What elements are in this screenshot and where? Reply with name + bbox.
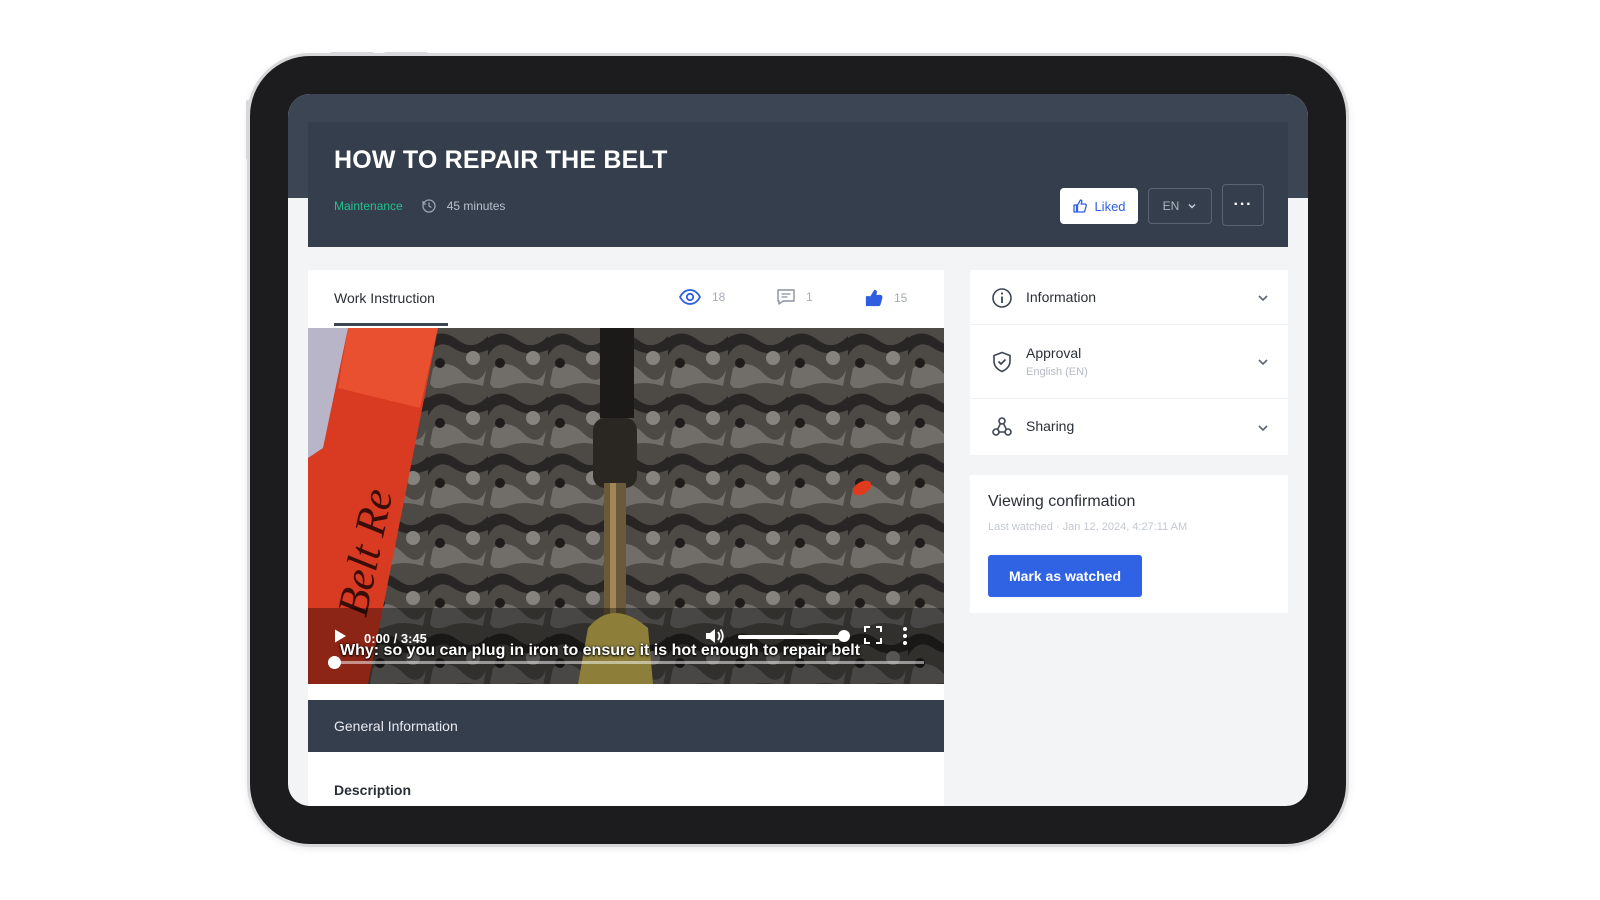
fullscreen-icon[interactable] — [864, 626, 882, 644]
liked-button[interactable]: Liked — [1060, 188, 1138, 224]
accordion-sharing-label: Sharing — [1026, 418, 1075, 434]
volume-slider-knob[interactable] — [838, 630, 850, 642]
comments-count: 1 — [806, 290, 813, 304]
video-more-icon[interactable] — [902, 626, 908, 646]
duration-label: 45 minutes — [446, 199, 506, 213]
likes-count: 15 — [894, 291, 908, 305]
mark-as-watched-label: Mark as watched — [1008, 568, 1122, 584]
last-watched-text: Last watched · Jan 12, 2024, 4:27:11 AM — [988, 521, 1188, 533]
general-information-header[interactable]: General Information — [308, 700, 944, 752]
tab-bar: Work Instruction 18 1 15 — [308, 270, 944, 328]
thumbs-up-icon — [865, 289, 883, 307]
accordion-approval-sub: English (EN) — [1026, 366, 1088, 378]
video-progress-knob[interactable] — [328, 656, 341, 669]
viewing-confirmation-card: Viewing confirmation Last watched · Jan … — [970, 475, 1288, 613]
comments-stat[interactable]: 1 — [776, 288, 813, 306]
app-screen: HOW TO REPAIR THE BELT Maintenance 45 mi… — [288, 94, 1308, 806]
page-title: HOW TO REPAIR THE BELT — [334, 146, 668, 174]
accordion-approval[interactable]: Approval English (EN) — [970, 325, 1288, 399]
accordion-sharing[interactable]: Sharing — [970, 399, 1288, 455]
language-select[interactable]: EN — [1148, 188, 1212, 224]
clock-icon — [422, 199, 436, 213]
accordion-information-label: Information — [1026, 289, 1097, 305]
views-stat: 18 — [678, 288, 725, 306]
views-count: 18 — [712, 290, 726, 304]
video-progress-bar[interactable] — [332, 661, 924, 664]
tablet-top-button — [384, 52, 428, 56]
mark-as-watched-button[interactable]: Mark as watched — [988, 555, 1142, 597]
more-options-button[interactable]: ··· — [1222, 184, 1264, 226]
tab-work-instruction[interactable]: Work Instruction — [334, 290, 435, 306]
comment-icon — [777, 289, 795, 305]
chevron-down-icon — [1188, 203, 1196, 209]
category-tag[interactable]: Maintenance — [334, 199, 403, 213]
chevron-down-icon — [1258, 295, 1268, 302]
video-subtitle: Why: so you can plug in iron to ensure i… — [340, 642, 861, 659]
shield-check-icon — [993, 351, 1011, 373]
viewing-confirmation-title: Viewing confirmation — [988, 493, 1136, 510]
description-heading: Description — [334, 782, 412, 798]
language-value: EN — [1162, 199, 1180, 213]
likes-stat[interactable]: 15 — [864, 288, 907, 308]
chevron-down-icon — [1258, 425, 1268, 432]
info-icon — [992, 288, 1012, 308]
thumbs-up-icon — [1073, 199, 1088, 213]
eye-icon — [678, 289, 702, 305]
video-player[interactable]: Belt Re 0:00 / 3:45 Why: so you can plug… — [308, 328, 944, 684]
accordion-information[interactable]: Information — [970, 270, 1288, 325]
accordion-approval-label: Approval — [1026, 345, 1082, 361]
sidebar-accordion: Information Approval English (EN) Sharin… — [970, 270, 1288, 455]
instruction-header: HOW TO REPAIR THE BELT Maintenance 45 mi… — [308, 122, 1288, 247]
general-information-label: General Information — [334, 718, 458, 734]
ellipsis-icon: ··· — [1233, 196, 1253, 213]
tablet-side-button — [246, 100, 250, 160]
liked-label: Liked — [1094, 198, 1126, 214]
active-tab-indicator — [334, 323, 448, 326]
chevron-down-icon — [1258, 359, 1268, 366]
header-meta: Maintenance 45 minutes — [334, 198, 505, 214]
share-nodes-icon — [992, 417, 1012, 436]
volume-slider[interactable] — [738, 635, 844, 639]
tablet-top-button — [330, 52, 374, 56]
